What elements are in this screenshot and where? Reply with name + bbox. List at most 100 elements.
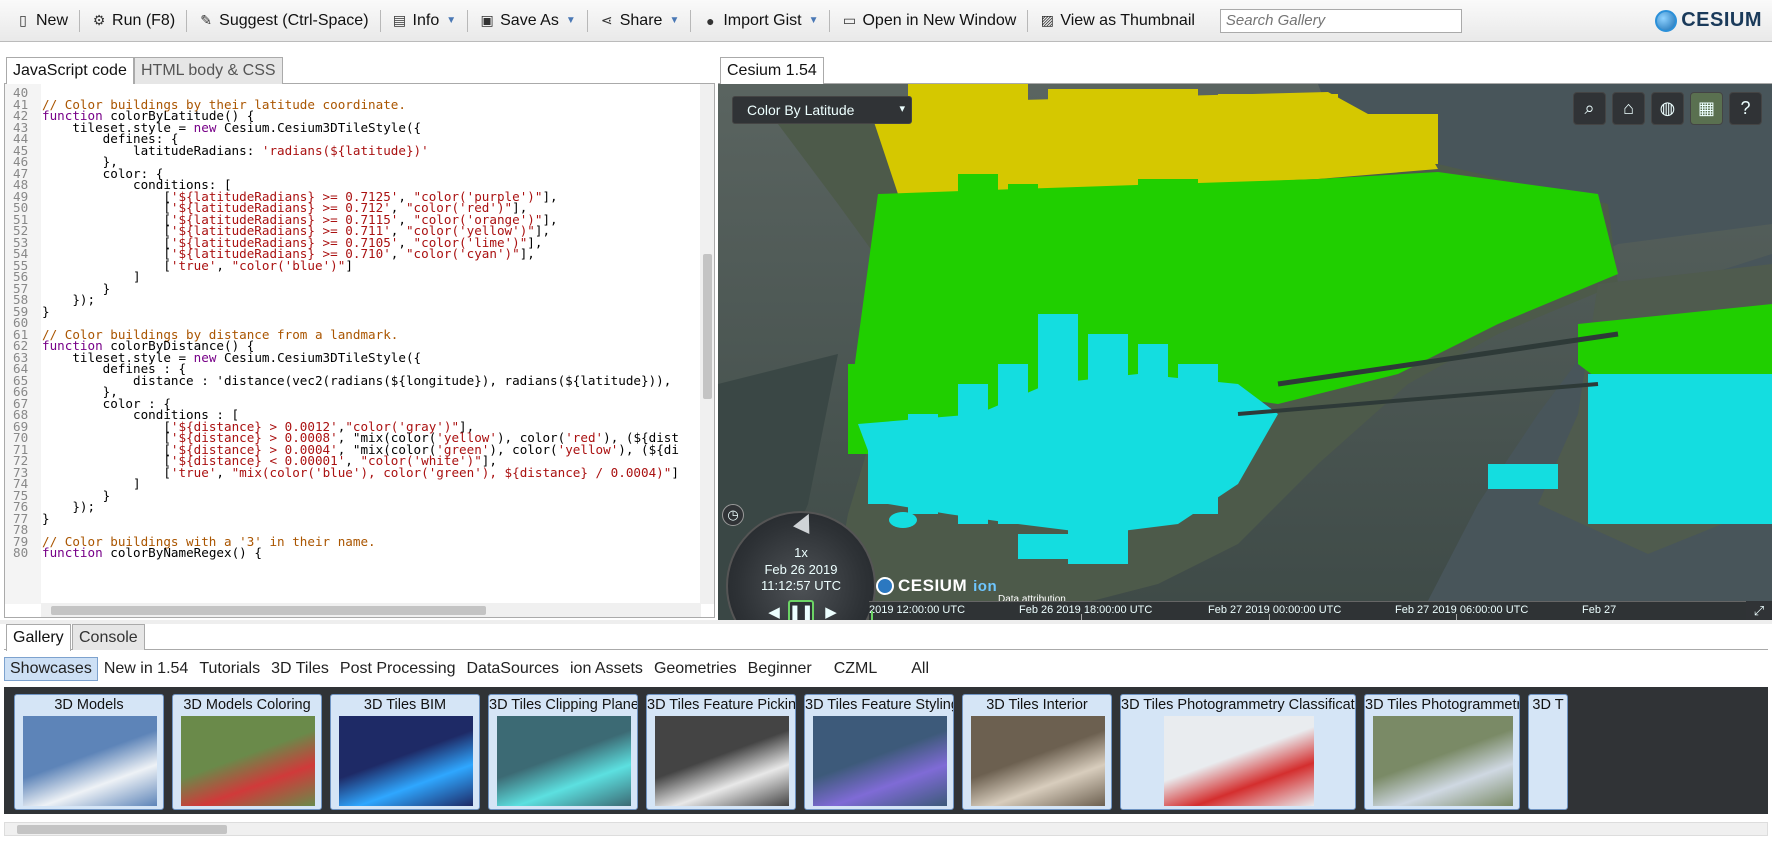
code-text: } [42, 510, 50, 526]
scrollbar-thumb[interactable] [51, 606, 486, 615]
timeline-label: Feb 27 2019 00:00:00 UTC [1208, 604, 1342, 616]
gallery-horizontal-scrollbar[interactable] [4, 822, 1768, 836]
category-geometries[interactable]: Geometries [649, 658, 742, 680]
thumbnail-image [813, 716, 947, 806]
info-button[interactable]: ▤ Info ▼ [383, 6, 466, 36]
code-editor[interactable]: 40 41// Color buildings by their latitude… [4, 84, 715, 618]
share-icon: ⋖ [600, 12, 613, 28]
new-document-icon: ▯ [19, 12, 27, 28]
tab-javascript-code[interactable]: JavaScript code [6, 57, 134, 85]
run-gears-icon: ⚙ [92, 12, 106, 28]
category-new-in-version[interactable]: New in 1.54 [99, 658, 194, 680]
gallery-thumbnail[interactable]: 3D Models [14, 694, 164, 810]
gallery-thumbnail[interactable]: 3D Tiles Feature Picking [646, 694, 796, 810]
editor-tabbar: JavaScript code HTML body & CSS [4, 48, 715, 85]
city-3d-scene[interactable] [718, 84, 1772, 620]
cesium-ion-credit[interactable]: CESIUM ion [876, 576, 997, 596]
thumbnail-title: 3D Tiles Clipping Planes [489, 697, 637, 713]
code-text: } [42, 303, 50, 319]
gallery-thumbnail[interactable]: 3D Tiles Interior [962, 694, 1112, 810]
chevron-down-icon: ▼ [669, 15, 680, 26]
cesium-logo: CESIUM [1655, 9, 1762, 32]
gallery-thumbnail[interactable]: 3D T [1528, 694, 1568, 810]
viewer-tabbar: Cesium 1.54 [718, 48, 1772, 85]
code-editor-panel: JavaScript code HTML body & CSS 40 41// C… [4, 48, 715, 618]
category-post-processing[interactable]: Post Processing [335, 658, 461, 680]
thumbnail-title: 3D Tiles Feature Picking [647, 697, 795, 713]
gallery-thumbnail[interactable]: 3D Tiles Clipping Planes [488, 694, 638, 810]
thumbnail-icon: ▨ [1040, 12, 1054, 28]
toolbar-separator [379, 9, 381, 32]
tab-html-body-css[interactable]: HTML body & CSS [134, 57, 283, 84]
code-text: }); [42, 499, 96, 514]
editor-vertical-scrollbar[interactable] [700, 84, 714, 604]
category-beginner[interactable]: Beginner [743, 658, 817, 680]
thumbnail-image [1164, 716, 1314, 806]
style-dropdown[interactable]: Color By Latitude ▾ [732, 96, 912, 124]
gallery-thumbnail[interactable]: 3D Tiles Photogrammetry [1364, 694, 1520, 810]
thumbnail-image [971, 716, 1105, 806]
category-3d-tiles[interactable]: 3D Tiles [266, 658, 334, 680]
code-text: distance : 'distance(vec2(radians(${long… [42, 372, 672, 388]
open-new-window-button[interactable]: ▭ Open in New Window [832, 6, 1025, 36]
search-icon[interactable]: ⌕ [1573, 92, 1606, 125]
cesium-3d-viewer[interactable]: Color By Latitude ▾ ⌕ ⌂ ◍ ▦ ? ◷ 1x Feb 26… [718, 84, 1772, 620]
chevron-down-icon: ▼ [808, 15, 819, 26]
gallery-panel: Gallery Console Showcases New in 1.54 Tu… [4, 624, 1768, 856]
gallery-thumbnail[interactable]: 3D Tiles Feature Styling [804, 694, 954, 810]
viewer-toolbar: ⌕ ⌂ ◍ ▦ ? [1573, 92, 1762, 125]
scrollbar-thumb[interactable] [703, 254, 712, 399]
animation-time: 11:12:57 UTC [761, 578, 841, 593]
save-as-button[interactable]: ▣ Save As ▼ [470, 6, 585, 36]
pause-button[interactable]: ❚❚ [788, 600, 814, 620]
tab-cesium-viewer[interactable]: Cesium 1.54 [720, 57, 824, 85]
gallery-thumbnail[interactable]: 3D Tiles BIM [330, 694, 480, 810]
toolbar-separator [690, 9, 692, 32]
thumbnail-image [181, 716, 315, 806]
category-datasources[interactable]: DataSources [462, 658, 565, 680]
run-button[interactable]: ⚙ Run (F8) [82, 6, 184, 36]
new-window-icon: ▭ [842, 12, 857, 28]
import-gist-button[interactable]: ● Import Gist ▼ [693, 6, 827, 36]
thumbnail-image [23, 716, 157, 806]
timeline-needle[interactable] [871, 611, 873, 620]
editor-horizontal-scrollbar[interactable] [41, 603, 701, 617]
thumbnail-title: 3D Models [54, 697, 124, 713]
help-icon[interactable]: ? [1729, 92, 1762, 125]
cesium-viewer-panel: Cesium 1.54 Color By Latitude ▾ ⌕ ⌂ ◍ ▦ … [718, 48, 1772, 620]
search-gallery-input[interactable] [1219, 8, 1462, 33]
globe-icon[interactable]: ◍ [1651, 92, 1684, 125]
fullscreen-icon[interactable]: ⤢ [1746, 601, 1772, 620]
tab-console[interactable]: Console [72, 624, 145, 650]
thumbnail-title: 3D Tiles BIM [363, 697, 447, 713]
thumbnail-title: 3D Tiles Interior [986, 697, 1088, 713]
tab-gallery[interactable]: Gallery [6, 624, 71, 651]
chevron-down-icon: ▼ [565, 15, 576, 26]
home-icon[interactable]: ⌂ [1612, 92, 1645, 125]
category-ion-assets[interactable]: ion Assets [565, 658, 648, 680]
cesium-globe-icon [876, 577, 894, 595]
suggest-button[interactable]: ✎ Suggest (Ctrl-Space) [189, 6, 377, 36]
share-button[interactable]: ⋖ Share ▼ [590, 6, 689, 36]
view-thumbnail-button[interactable]: ▨ View as Thumbnail [1030, 6, 1204, 36]
play-reverse-button[interactable]: ◀ [761, 600, 787, 620]
category-showcases[interactable]: Showcases [4, 657, 98, 681]
thumbnail-title: 3D T [1532, 697, 1564, 713]
category-tutorials[interactable]: Tutorials [194, 658, 265, 680]
category-czml[interactable]: CZML [829, 658, 883, 680]
layers-icon[interactable]: ▦ [1690, 92, 1723, 125]
timeline-label: 2019 12:00:00 UTC [869, 604, 966, 616]
play-forward-button[interactable]: ▶ [818, 600, 844, 620]
gallery-thumbnail[interactable]: 3D Models Coloring [172, 694, 322, 810]
thumbnail-title: 3D Models Coloring [183, 697, 311, 713]
code-line[interactable]: 80 function colorByNameRegex() { [5, 546, 262, 559]
timeline[interactable]: 2019 12:00:00 UTC Feb 26 2019 18:00:00 U… [869, 601, 1772, 620]
scrollbar-thumb[interactable] [17, 825, 227, 834]
toolbar-separator [467, 9, 469, 32]
category-all[interactable]: All [906, 658, 934, 680]
gallery-thumbnail[interactable]: 3D Tiles Photogrammetry Classification [1120, 694, 1356, 810]
new-button[interactable]: ▯ New [6, 6, 77, 36]
toolbar-separator [829, 9, 831, 32]
suggest-icon: ✎ [200, 12, 212, 28]
thumbnail-image [339, 716, 473, 806]
